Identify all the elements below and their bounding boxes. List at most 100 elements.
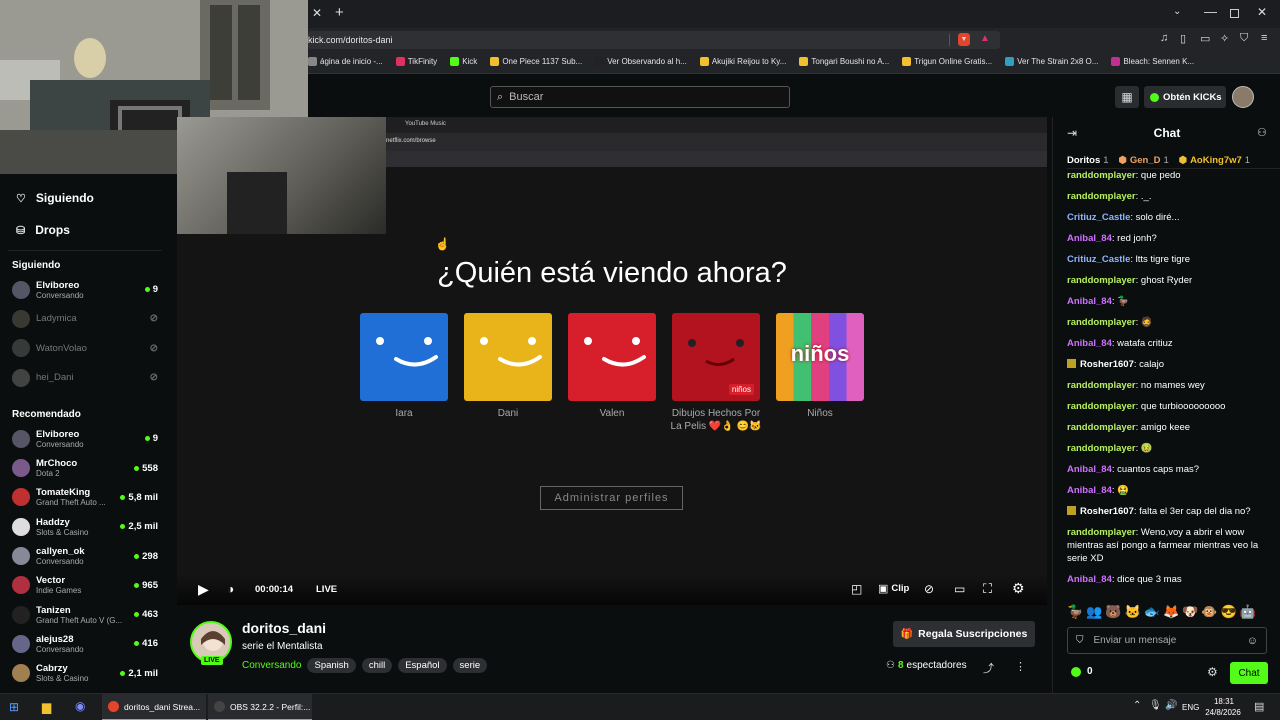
file-explorer-icon[interactable]: ▆: [42, 700, 51, 714]
sidebar-channel[interactable]: hei_Dani ⊘: [0, 363, 170, 392]
profile-card[interactable]: niños: [776, 313, 864, 401]
sidebar-channel[interactable]: Haddzy Slots & Casino 2,5 mil: [0, 512, 170, 541]
manage-profiles-button[interactable]: Administrar perfiles: [540, 486, 683, 510]
stream-tag[interactable]: Spanish: [307, 658, 356, 673]
profile-card[interactable]: niños: [672, 313, 760, 401]
windows-start-icon[interactable]: ⊞: [9, 700, 19, 714]
category-link[interactable]: Conversando: [242, 660, 301, 671]
bookmark-item[interactable]: One Piece 1137 Sub...: [490, 57, 582, 66]
taskbar-app[interactable]: doritos_dani Strea...: [102, 694, 206, 720]
emote-icon[interactable]: 🐵: [1201, 604, 1217, 620]
stream-tag[interactable]: chill: [361, 658, 393, 673]
fullscreen-icon[interactable]: ⛶: [983, 581, 992, 597]
close-tab-icon[interactable]: ✕: [311, 6, 323, 20]
emote-icon[interactable]: 🐱: [1125, 604, 1141, 620]
emote-icon[interactable]: 🦆: [1067, 604, 1083, 620]
sidebar-channel[interactable]: callyen_ok Conversando 298: [0, 541, 170, 570]
emote-icon[interactable]: 🦊: [1163, 604, 1179, 620]
vpn-icon[interactable]: ⛉: [1240, 32, 1248, 45]
volume-tray-icon[interactable]: 🔊: [1165, 700, 1177, 711]
chat-username[interactable]: randdomplayer: [1067, 443, 1136, 454]
bookmark-item[interactable]: Ver The Strain 2x8 O...: [1005, 57, 1098, 66]
microphone-icon[interactable]: 🎙: [1149, 700, 1162, 711]
chat-username[interactable]: Anibal_84: [1067, 485, 1112, 496]
discord-icon[interactable]: ◉: [75, 699, 85, 713]
emote-icon[interactable]: 🐶: [1182, 604, 1198, 620]
chat-username[interactable]: Rosher1607: [1080, 359, 1134, 370]
bookmark-item[interactable]: Akujiki Reijou to Ky...: [699, 57, 786, 66]
music-icon[interactable]: ♫: [1160, 32, 1168, 44]
chat-username[interactable]: Anibal_84: [1067, 338, 1112, 349]
sidebar-channel[interactable]: TomateKing Grand Theft Auto ... 5,8 mil: [0, 483, 170, 512]
chat-username[interactable]: Anibal_84: [1067, 464, 1112, 475]
emote-icon[interactable]: 👥: [1086, 604, 1102, 620]
chevron-down-icon[interactable]: ⌄: [1173, 6, 1181, 17]
stream-tag[interactable]: Español: [398, 658, 447, 673]
url-field[interactable]: kick.com/doritos-dani ▼ ▲: [308, 31, 1000, 49]
brave-shield-icon[interactable]: ▼: [958, 33, 970, 46]
chat-username[interactable]: randdomplayer: [1067, 170, 1136, 181]
stream-tag[interactable]: serie: [452, 658, 488, 673]
maximize-icon[interactable]: [1230, 9, 1239, 18]
channel-points[interactable]: 0: [1071, 666, 1093, 677]
chat-username[interactable]: randdomplayer: [1067, 191, 1136, 202]
hide-chat-icon[interactable]: ⊘: [924, 582, 934, 596]
clock-time[interactable]: 18:31: [1203, 697, 1245, 706]
bookmark-item[interactable]: Bleach: Sennen K...: [1111, 57, 1194, 66]
send-chat-button[interactable]: Chat: [1230, 662, 1268, 684]
chat-username[interactable]: Anibal_84: [1067, 296, 1112, 307]
gift-subs-button[interactable]: 🎁 Regala Suscripciones: [893, 621, 1035, 647]
profile-card[interactable]: [464, 313, 552, 401]
notifications-icon[interactable]: ▤: [1254, 700, 1264, 713]
profile-card[interactable]: [568, 313, 656, 401]
sidebar-channel[interactable]: Ladymica ⊘: [0, 304, 170, 333]
emoji-icon[interactable]: ☺: [1247, 635, 1258, 647]
nav-following[interactable]: ♡ Siguiendo: [0, 182, 170, 214]
user-avatar[interactable]: [1232, 86, 1254, 108]
chat-username[interactable]: randdomplayer: [1067, 527, 1136, 538]
language-indicator[interactable]: ENG: [1182, 703, 1199, 712]
chat-users-icon[interactable]: ⚇: [1257, 126, 1267, 139]
chat-username[interactable]: Anibal_84: [1067, 574, 1112, 585]
emote-icon[interactable]: 😎: [1221, 604, 1237, 620]
play-icon[interactable]: ▶: [198, 581, 209, 598]
profile-card[interactable]: [360, 313, 448, 401]
chat-username[interactable]: randdomplayer: [1067, 401, 1136, 412]
tray-chevron-icon[interactable]: ⌃: [1133, 700, 1141, 711]
chat-username[interactable]: Anibal_84: [1067, 233, 1112, 244]
sidebar-channel[interactable]: MrChoco Dota 2 558: [0, 453, 170, 482]
close-window-icon[interactable]: ✕: [1257, 5, 1267, 19]
more-options-icon[interactable]: ⋮: [1015, 660, 1026, 673]
minimize-icon[interactable]: —: [1204, 4, 1217, 19]
browse-icon[interactable]: ▦: [1115, 86, 1139, 108]
channel-name[interactable]: doritos_dani: [242, 620, 326, 636]
sidebar-channel[interactable]: WatonVolao ⊘: [0, 334, 170, 363]
bookmark-item[interactable]: TikFinity: [395, 57, 437, 66]
get-kicks-button[interactable]: Obtén KICKs: [1144, 86, 1226, 108]
sidebar-channel[interactable]: Cabrzy Slots & Casino 2,1 mil: [0, 659, 170, 688]
search-input[interactable]: ⌕ Buscar: [490, 86, 790, 108]
chat-settings-icon[interactable]: ⚙: [1207, 665, 1218, 679]
wallet-icon[interactable]: ▭: [1200, 32, 1210, 45]
taskbar-app[interactable]: OBS 32.2.2 - Perfil:...: [208, 694, 312, 720]
clip-button[interactable]: ▣ Clip: [878, 582, 909, 595]
bookmark-item[interactable]: Trigun Online Gratis...: [902, 57, 992, 66]
sidebar-channel[interactable]: Elviboreo Conversando 9: [0, 275, 170, 304]
chat-input[interactable]: ⛉ Enviar un mensaje ☺: [1067, 627, 1267, 654]
sidebar-channel[interactable]: Elviboreo Conversando 9: [0, 424, 170, 453]
settings-gear-icon[interactable]: ⚙: [1012, 580, 1025, 597]
chat-username[interactable]: Rosher1607: [1080, 506, 1134, 517]
theater-mode-icon[interactable]: ▭: [954, 582, 965, 596]
menu-icon[interactable]: ≡: [1261, 32, 1267, 44]
volume-icon[interactable]: ◑: [227, 582, 234, 596]
brave-rewards-icon[interactable]: ▲: [980, 33, 990, 44]
new-tab-icon[interactable]: +: [335, 4, 344, 21]
bookmark-item[interactable]: ágina de inicio -...: [308, 57, 383, 66]
extensions-icon[interactable]: ✧: [1220, 32, 1229, 45]
sidebar-channel[interactable]: Vector Indie Games 965: [0, 571, 170, 600]
video-player[interactable]: YouTube Music netflix.com/browse ☝ ¿Quié…: [177, 117, 1047, 605]
chat-username[interactable]: randdomplayer: [1067, 275, 1136, 286]
sidebar-channel[interactable]: alejus28 Conversando 416: [0, 629, 170, 658]
emote-icon[interactable]: 🐟: [1144, 604, 1160, 620]
bookmark-item[interactable]: Tongari Boushi no A...: [799, 57, 889, 66]
